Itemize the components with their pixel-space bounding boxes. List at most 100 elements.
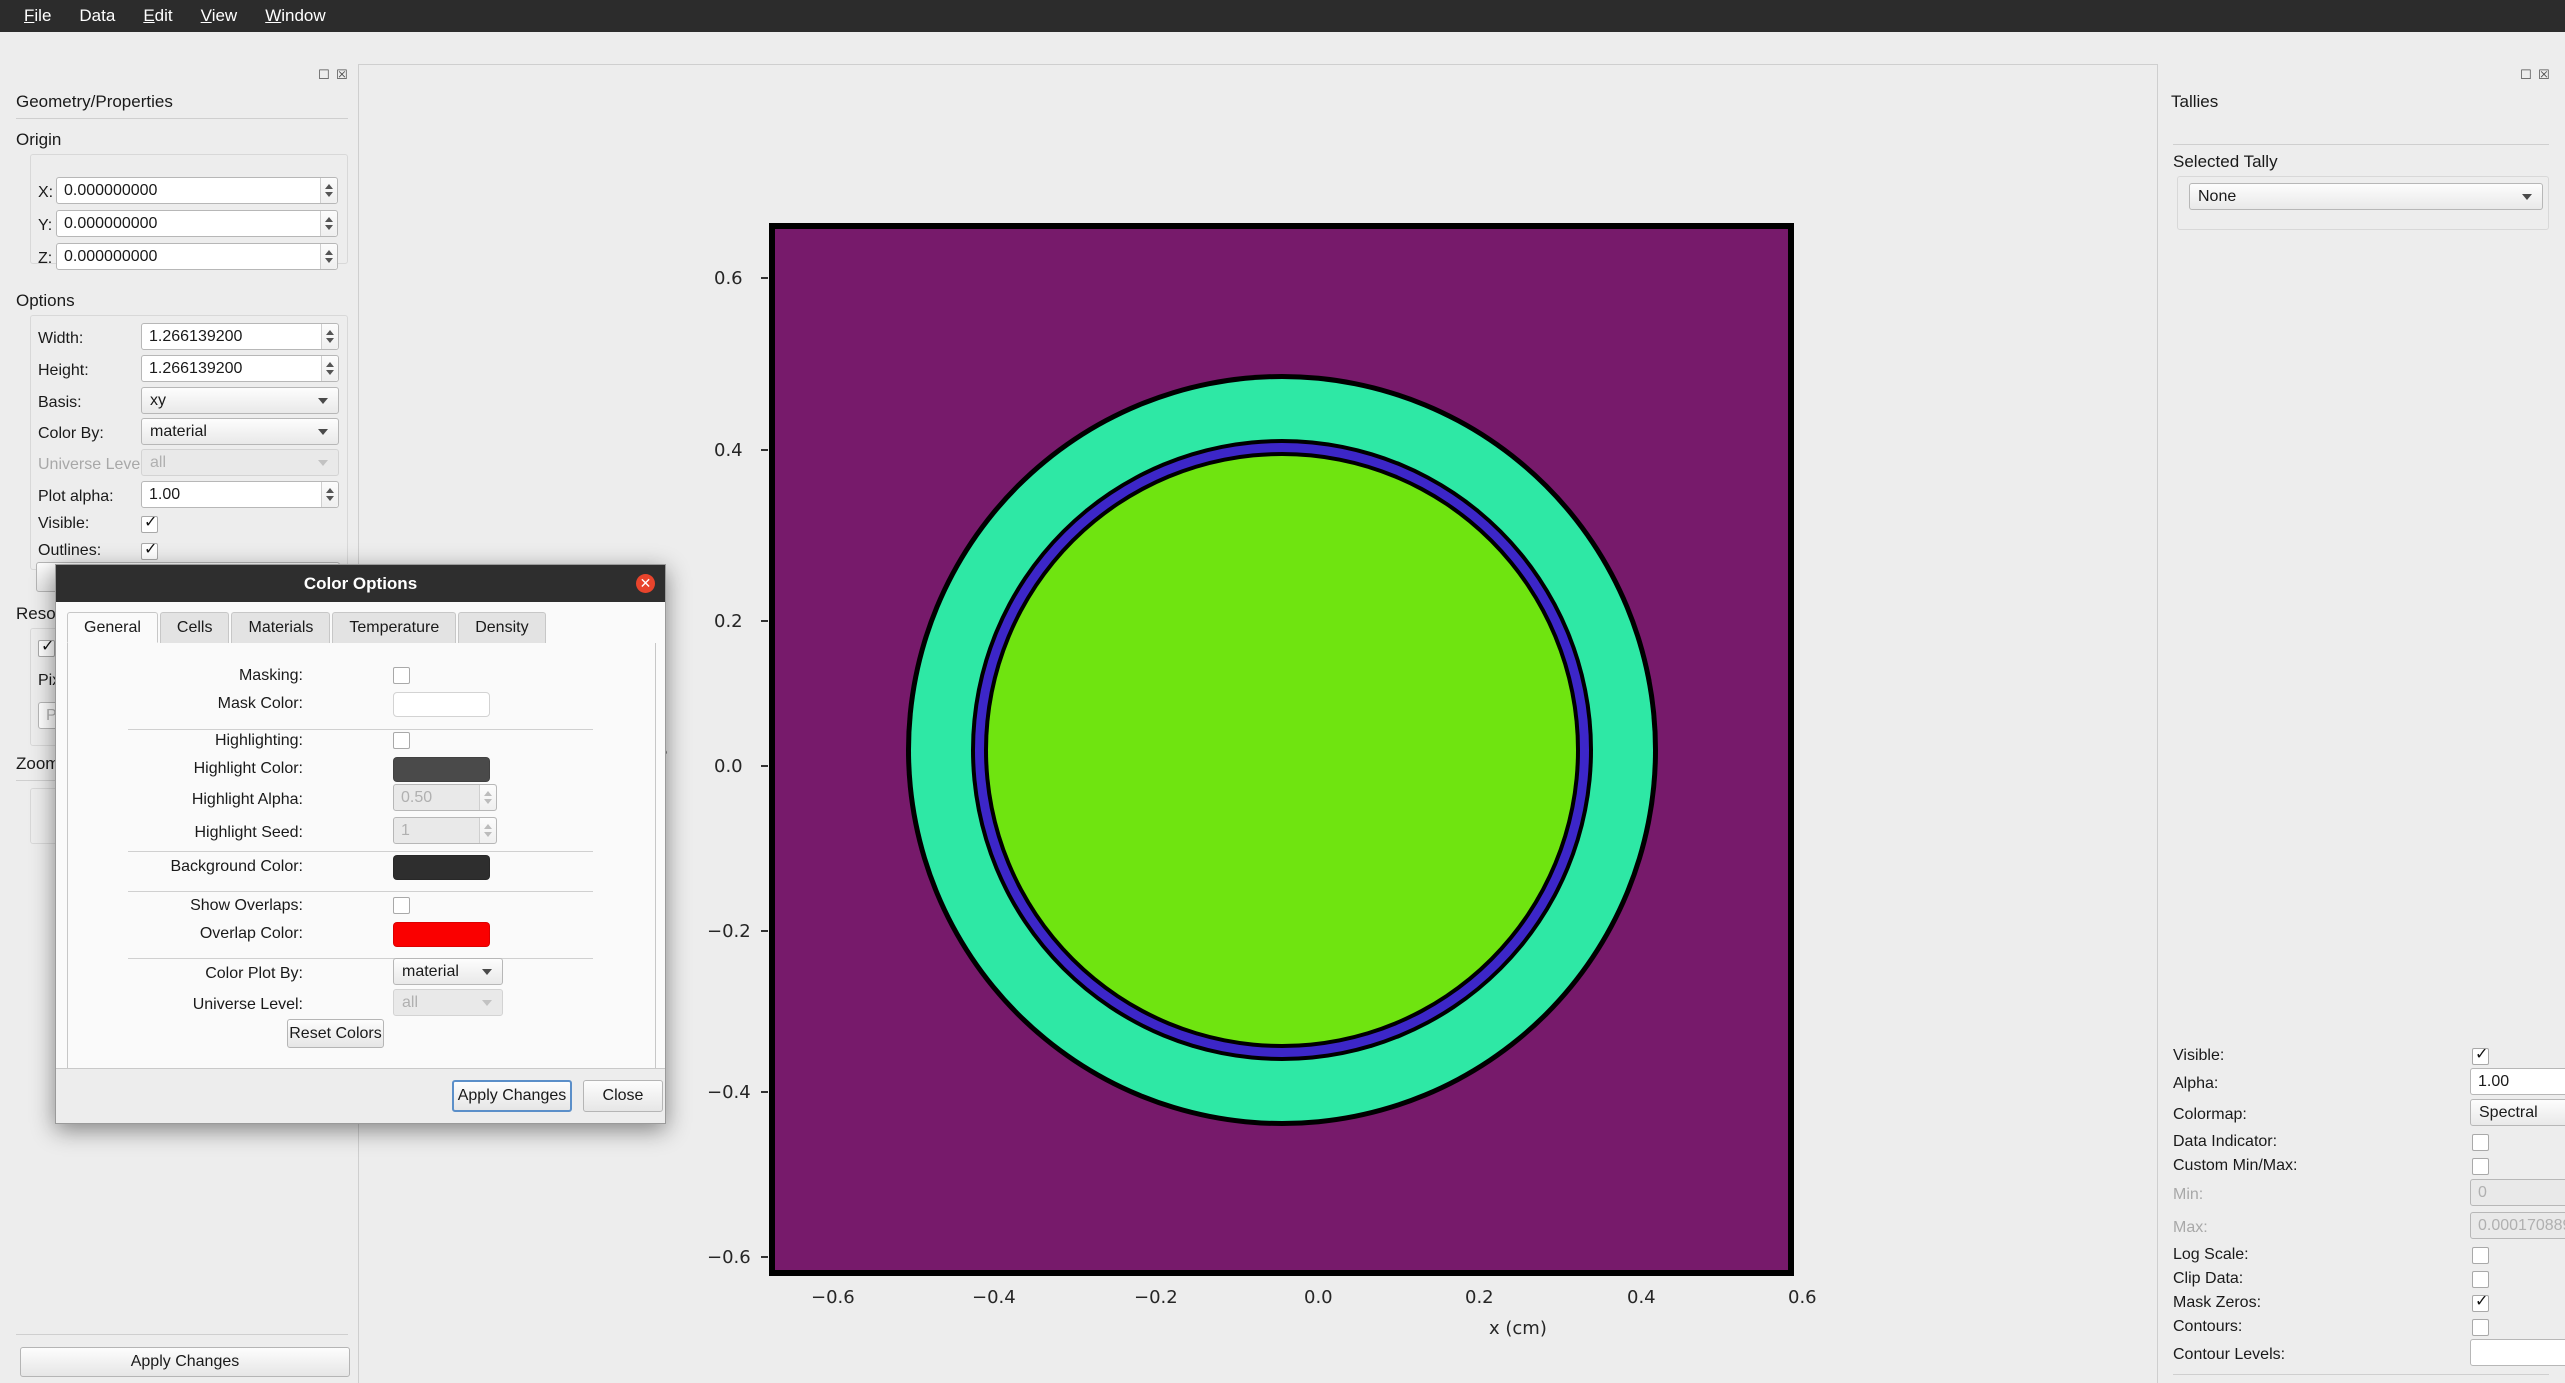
height-spinbox[interactable]: 1.266139200 [141, 355, 339, 382]
tally-visible-label: Visible: [2173, 1047, 2224, 1065]
color-by-label: Color By: [38, 425, 104, 443]
outlines-label: Outlines: [38, 542, 101, 560]
overlap-color-swatch[interactable] [393, 922, 490, 947]
tab-density[interactable]: Density [458, 612, 545, 643]
chevron-down-icon [482, 1000, 492, 1006]
height-stepper[interactable] [321, 356, 338, 381]
mask-zeros-label: Mask Zeros: [2173, 1294, 2261, 1312]
y-tick-label: 0.2 [714, 611, 743, 632]
highlight-color-label: Highlight Color: [128, 760, 303, 778]
chevron-down-icon [318, 460, 328, 466]
menu-item-data[interactable]: Data [65, 4, 129, 28]
origin-y-spinbox[interactable]: 0.000000000 [56, 210, 338, 237]
origin-z-stepper[interactable] [320, 244, 337, 269]
fixed-resolution-checkbox[interactable] [38, 640, 55, 657]
divider [2173, 1374, 2549, 1375]
y-tick-label: 0.0 [714, 756, 743, 777]
clip-data-checkbox[interactable] [2472, 1271, 2489, 1288]
x-tick-label: −0.4 [972, 1287, 1016, 1308]
custom-minmax-checkbox[interactable] [2472, 1158, 2489, 1175]
tab-temperature[interactable]: Temperature [332, 612, 456, 643]
highlight-color-swatch[interactable] [393, 757, 490, 782]
restore-icon[interactable]: ☐ [317, 67, 331, 81]
origin-y-stepper[interactable] [320, 211, 337, 236]
outlines-checkbox[interactable] [141, 543, 158, 560]
origin-x-stepper[interactable] [320, 178, 337, 203]
max-label: Max: [2173, 1219, 2208, 1237]
close-icon[interactable]: ☒ [2537, 67, 2551, 81]
tab-general[interactable]: General [67, 612, 158, 643]
dialog-tab-bar: General Cells Materials Temperature Dens… [67, 612, 656, 644]
background-color-swatch[interactable] [393, 855, 490, 880]
divider [16, 1334, 348, 1335]
left-apply-changes-button[interactable]: Apply Changes [20, 1347, 350, 1377]
menu-item-edit[interactable]: Edit [129, 4, 186, 28]
show-overlaps-label: Show Overlaps: [128, 897, 303, 915]
menu-item-view[interactable]: View [187, 4, 252, 28]
highlighting-label: Highlighting: [128, 732, 303, 750]
show-overlaps-checkbox[interactable] [393, 897, 410, 914]
y-tick-mark [761, 765, 768, 767]
highlighting-checkbox[interactable] [393, 732, 410, 749]
color-by-combobox[interactable]: material [141, 418, 339, 445]
menu-item-window[interactable]: Window [251, 4, 339, 28]
selected-tally-label: Selected Tally [2173, 152, 2278, 172]
masking-checkbox[interactable] [393, 667, 410, 684]
height-label: Height: [38, 362, 89, 380]
y-tick-label: 0.6 [714, 268, 743, 289]
dialog-close-button[interactable]: Close [583, 1080, 663, 1112]
geometry-plot-image[interactable] [775, 229, 1788, 1270]
mask-color-swatch[interactable] [393, 692, 490, 717]
data-indicator-checkbox[interactable] [2472, 1134, 2489, 1151]
close-icon[interactable]: ✕ [636, 574, 655, 593]
width-spinbox[interactable]: 1.266139200 [141, 323, 339, 350]
panel-title: Geometry/Properties [16, 92, 173, 112]
divider [2173, 144, 2549, 145]
y-tick-label: 0.4 [714, 440, 743, 461]
custom-minmax-label: Custom Min/Max: [2173, 1157, 2297, 1175]
mask-zeros-checkbox[interactable] [2472, 1295, 2489, 1312]
reset-colors-button[interactable]: Reset Colors [287, 1019, 384, 1048]
contours-checkbox[interactable] [2472, 1319, 2489, 1336]
y-tick-label: −0.4 [707, 1082, 751, 1103]
tally-alpha-spinbox[interactable]: 1.00 [2470, 1068, 2565, 1095]
origin-x-spinbox[interactable]: 0.000000000 [56, 177, 338, 204]
chevron-down-icon [318, 429, 328, 435]
colormap-combobox[interactable]: Spectral [2470, 1099, 2565, 1126]
close-icon[interactable]: ☒ [335, 67, 349, 81]
dialog-universe-level-label: Universe Level: [128, 996, 303, 1014]
tab-materials[interactable]: Materials [231, 612, 330, 643]
color-plot-by-combobox[interactable]: material [393, 958, 503, 985]
divider [128, 958, 593, 959]
origin-z-value: 0.000000000 [57, 248, 320, 266]
basis-combobox[interactable]: xy [141, 387, 339, 414]
contour-levels-label: Contour Levels: [2173, 1346, 2285, 1364]
plot-alpha-stepper[interactable] [321, 482, 338, 507]
dialog-apply-changes-button[interactable]: Apply Changes [452, 1080, 572, 1112]
background-color-label: Background Color: [128, 858, 303, 876]
tab-cells[interactable]: Cells [160, 612, 230, 643]
tally-visible-checkbox[interactable] [2472, 1048, 2489, 1065]
application-window: ☐ ☒ Geometry/Properties Origin X: 0.0000… [0, 32, 2565, 1383]
selected-tally-combobox[interactable]: None [2189, 183, 2543, 210]
highlight-seed-label: Highlight Seed: [128, 824, 303, 842]
origin-z-spinbox[interactable]: 0.000000000 [56, 243, 338, 270]
plot-alpha-spinbox[interactable]: 1.00 [141, 481, 339, 508]
contour-levels-input[interactable] [2470, 1339, 2565, 1366]
tally-alpha-label: Alpha: [2173, 1075, 2218, 1093]
width-label: Width: [38, 330, 83, 348]
menu-item-file[interactable]: File [10, 4, 65, 28]
log-scale-checkbox[interactable] [2472, 1247, 2489, 1264]
log-scale-label: Log Scale: [2173, 1246, 2249, 1264]
restore-icon[interactable]: ☐ [2519, 67, 2533, 81]
origin-y-label: Y: [38, 217, 52, 235]
color-options-dialog[interactable]: Color Options ✕ General Cells Materials … [55, 564, 666, 1124]
color-plot-by-label: Color Plot By: [128, 965, 303, 983]
clip-data-label: Clip Data: [2173, 1270, 2243, 1288]
width-stepper[interactable] [321, 324, 338, 349]
visible-checkbox[interactable] [141, 516, 158, 533]
x-tick-label: −0.2 [1134, 1287, 1178, 1308]
chevron-down-icon [2522, 194, 2532, 200]
y-tick-mark [761, 277, 768, 279]
max-value: 0.000170889 [2471, 1217, 2565, 1235]
